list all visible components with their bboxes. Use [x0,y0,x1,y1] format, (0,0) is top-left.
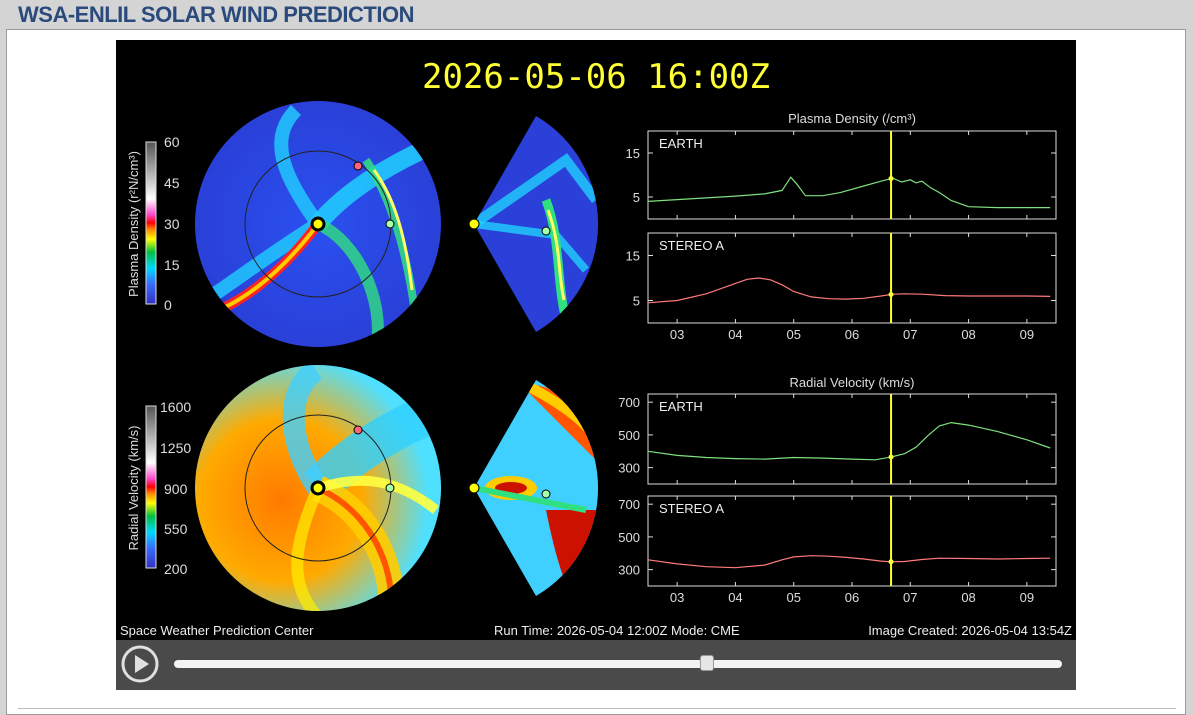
series-line [647,277,1051,304]
density-tick: 45 [164,175,180,191]
velocity-tick: 1600 [160,399,191,415]
animation-controls [116,640,1076,690]
y-tick-label: 500 [618,530,640,545]
density-colorbar-label: Plasma Density (r²N/cm³) [126,151,141,297]
x-tick-label: 09 [1020,327,1034,342]
panel-label: STEREO A [659,501,724,516]
y-tick-label: 5 [633,190,640,205]
enlil-visualization: 2026-05-06 16:00Z 60 45 30 15 0 Plasma D… [116,40,1076,640]
velocity-tick: 1250 [160,440,191,456]
x-tick-label: 04 [728,590,742,605]
play-circle-icon[interactable] [120,644,160,684]
y-tick-label: 300 [618,461,640,476]
timestamp: 2026-05-06 16:00Z [422,57,770,97]
y-tick-label: 700 [618,395,640,410]
divider [18,708,1176,709]
x-tick-label: 06 [845,590,859,605]
y-tick-label: 15 [626,146,640,161]
timeline-slider-thumb[interactable] [699,655,714,671]
chart-frame [647,130,1057,220]
density-earth-chart: 5 15 EARTH [626,130,1057,220]
density-meridional-wedge [468,116,599,332]
velocity-tick: 550 [164,521,188,537]
x-tick-label: 07 [903,327,917,342]
density-tick: 15 [164,257,180,273]
earth-marker [385,219,395,229]
density-ecliptic-disk [195,101,441,347]
velocity-tick: 200 [164,561,188,577]
y-tick-label: 15 [626,249,640,264]
x-tick-label: 09 [1020,590,1034,605]
time-marker-dot [888,454,894,460]
timeline-slider[interactable] [174,655,1062,671]
velocity-colorbar-label: Radial Velocity (km/s) [126,426,141,551]
x-tick-label: 05 [786,327,800,342]
x-tick-label: 04 [728,327,742,342]
velocity-chart-title: Radial Velocity (km/s) [790,375,915,390]
x-tick-label: 06 [845,327,859,342]
time-marker-dot [888,559,894,565]
footer-run-time: Run Time: 2026-05-04 12:00Z Mode: CME [494,623,740,638]
velocity-earth-chart: 300 500 700 EARTH [618,393,1057,485]
velocity-tick: 900 [164,481,188,497]
x-tick-label: 07 [903,590,917,605]
y-tick-label: 300 [618,563,640,578]
x-tick-label: 03 [670,590,684,605]
x-tick-label: 05 [786,590,800,605]
x-tick-label: 03 [670,327,684,342]
series-line [647,555,1051,569]
density-tick: 30 [164,216,180,232]
panel-label: STEREO A [659,238,724,253]
density-tick: 60 [164,134,180,150]
density-stereo-a-chart: 03 04 05 06 07 08 09 5 15 STEREO A [626,232,1057,342]
series-line [647,421,1051,461]
time-marker-dot [888,176,894,182]
x-tick-label: 08 [961,327,975,342]
series-line [647,176,1051,209]
footer-credit: Space Weather Prediction Center [120,623,314,638]
velocity-colorbar: 1600 1250 900 550 200 Radial Velocity (k… [126,399,191,577]
y-tick-label: 700 [618,497,640,512]
stereo-a-marker [353,161,363,171]
y-tick-label: 500 [618,428,640,443]
velocity-ecliptic-disk [195,365,441,611]
panel-label: EARTH [659,136,703,151]
sun-marker [310,216,326,232]
page-title: WSA-ENLIL SOLAR WIND PREDICTION [18,2,414,27]
velocity-meridional-wedge [468,380,599,596]
velocity-stereo-a-chart: 03 04 05 06 07 08 09 300 500 700 STEREO A [618,495,1057,605]
density-tick: 0 [164,297,172,313]
panel-label: EARTH [659,399,703,414]
x-tick-label: 08 [961,590,975,605]
enlil-svg: 2026-05-06 16:00Z 60 45 30 15 0 Plasma D… [120,57,1072,638]
density-chart-title: Plasma Density (/cm³) [788,111,916,126]
y-tick-label: 5 [633,294,640,309]
footer-image-created: Image Created: 2026-05-04 13:54Z [868,623,1072,638]
density-colorbar: 60 45 30 15 0 Plasma Density (r²N/cm³) [126,134,180,313]
time-marker-dot [888,291,894,297]
chart-frame [647,393,1057,485]
